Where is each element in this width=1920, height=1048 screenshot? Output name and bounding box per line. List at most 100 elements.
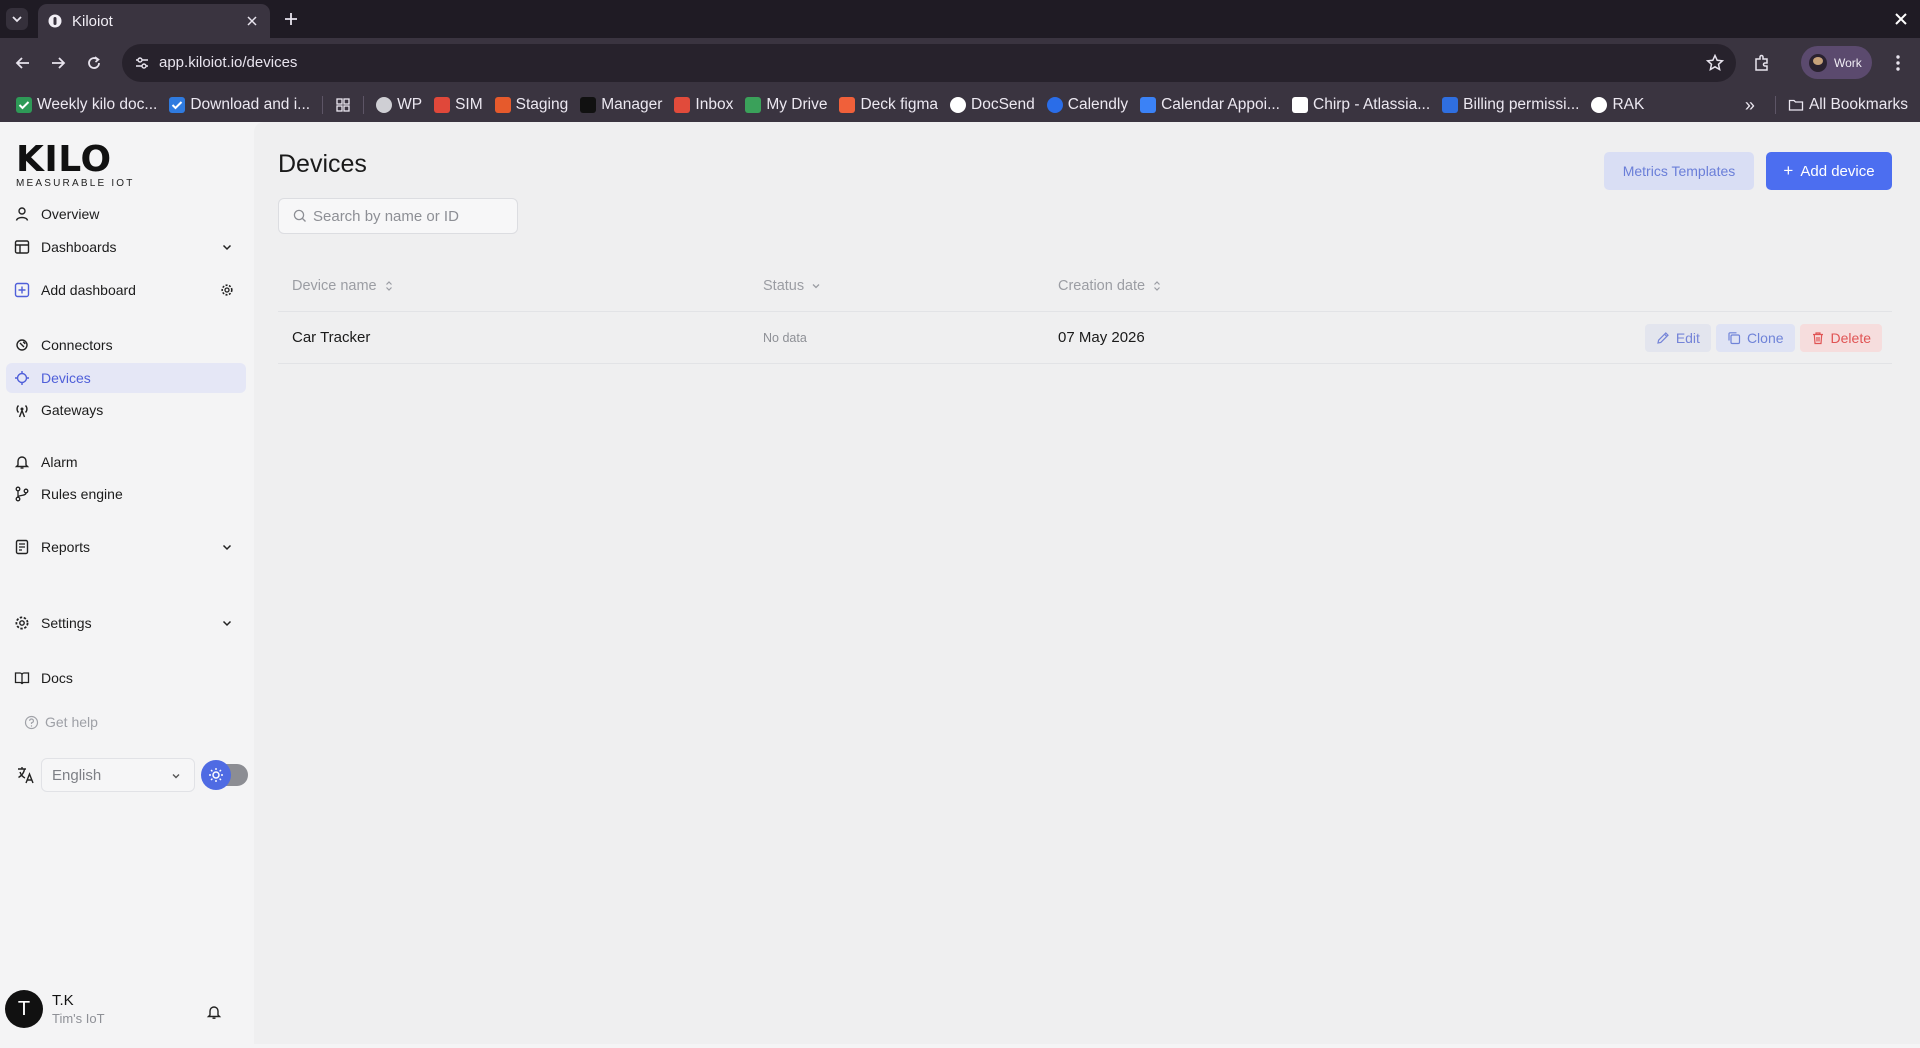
browser-toolbar: app.kiloiot.io/devices Work	[0, 38, 1920, 88]
table-row[interactable]: Car Tracker No data 07 May 2026 Edit Clo…	[278, 312, 1892, 364]
reload-icon	[88, 56, 100, 69]
column-header-status[interactable]: Status	[763, 278, 822, 294]
bookmark-label: Download and i...	[190, 96, 311, 113]
extensions-icon[interactable]	[1753, 54, 1771, 72]
bookmarks-right: » All Bookmarks	[1745, 88, 1920, 122]
chevron-down-icon	[812, 284, 820, 289]
sidebar-item-gateways[interactable]: Gateways	[6, 395, 246, 425]
bookmark-item[interactable]: Deck figma	[833, 91, 944, 119]
address-bar[interactable]: app.kiloiot.io/devices	[122, 44, 1736, 82]
notifications-bell-icon[interactable]	[206, 1004, 222, 1020]
bookmark-label: DocSend	[971, 96, 1035, 113]
sidebar-item-devices[interactable]: Devices	[6, 363, 246, 393]
kilo-logo[interactable]: KILO MEASURABLE IOT	[16, 142, 135, 190]
bookmark-item[interactable]: Weekly kilo doc...	[10, 91, 163, 119]
profile-avatar	[1809, 53, 1827, 72]
bookmark-item[interactable]: Chirp - Atlassia...	[1286, 91, 1436, 119]
sidebar-item-reports[interactable]: Reports	[6, 532, 246, 562]
bookmark-item[interactable]: Calendly	[1041, 91, 1134, 119]
bookmark-item[interactable]: Calendar Appoi...	[1134, 91, 1286, 119]
check-icon	[16, 97, 32, 113]
bookmark-item[interactable]: Manager	[574, 91, 668, 119]
url-text: app.kiloiot.io/devices	[159, 54, 298, 71]
close-icon	[247, 16, 257, 26]
add-device-button[interactable]: + Add device	[1766, 152, 1892, 190]
profile-button[interactable]: Work	[1801, 46, 1872, 79]
delete-label: Delete	[1830, 330, 1871, 346]
sidebar-item-label: Overview	[41, 206, 100, 222]
delete-button[interactable]: Delete	[1799, 324, 1882, 352]
get-help-link[interactable]: Get help	[24, 714, 98, 730]
bookmark-item[interactable]: Download and i...	[163, 91, 316, 119]
sidebar-item-dashboards[interactable]: Dashboards	[6, 232, 246, 262]
column-header-device-name[interactable]: Device name	[292, 278, 395, 294]
gear-icon[interactable]	[220, 283, 234, 297]
sidebar-item-settings[interactable]: Settings	[6, 608, 246, 638]
all-bookmarks-folder[interactable]: All Bookmarks	[1782, 91, 1914, 119]
rak-icon	[1591, 97, 1608, 113]
wordpress-icon	[376, 97, 393, 113]
bookmark-separator	[322, 96, 324, 114]
reload-button[interactable]	[84, 53, 104, 73]
bookmark-label: RAK	[1612, 96, 1645, 113]
user-profile[interactable]: T T.K Tim's IoT	[5, 990, 105, 1028]
theme-toggle-knob	[201, 760, 231, 790]
bookmark-item[interactable]: RAK	[1585, 91, 1650, 119]
device-name-cell[interactable]: Car Tracker	[292, 329, 370, 346]
bookmark-item[interactable]: Staging	[489, 91, 575, 119]
clone-label: Clone	[1746, 330, 1784, 346]
back-button[interactable]	[13, 53, 33, 73]
book-icon	[14, 672, 30, 685]
bookmark-item[interactable]: DocSend	[944, 91, 1041, 119]
more-bookmarks-button[interactable]: »	[1745, 95, 1755, 116]
plus-square-icon	[14, 282, 30, 298]
bookmark-label: Staging	[515, 96, 569, 113]
metrics-templates-button[interactable]: Metrics Templates	[1604, 152, 1754, 190]
sidebar: KILO MEASURABLE IOT Overview Dashboards …	[0, 122, 254, 1048]
browser-tab-active[interactable]: Kiloiot	[38, 4, 270, 38]
new-tab-button[interactable]	[282, 10, 300, 28]
bookmarks-list: Weekly kilo doc... Download and i... WP SIM…	[10, 91, 1650, 119]
sidebar-item-alarm[interactable]: Alarm	[6, 447, 246, 477]
edit-button[interactable]: Edit	[1644, 324, 1711, 352]
bookmark-item[interactable]: SIM	[428, 91, 489, 119]
search-input[interactable]	[313, 207, 513, 225]
browser-menu-icon[interactable]	[1891, 54, 1905, 72]
column-header-creation-date[interactable]: Creation date	[1058, 278, 1163, 294]
sidebar-item-docs[interactable]: Docs	[6, 663, 246, 693]
window-close-button[interactable]	[1892, 10, 1910, 28]
sidebar-item-label: Alarm	[41, 454, 78, 470]
tab-search-button[interactable]	[6, 8, 28, 30]
bookmark-item[interactable]: My Drive	[739, 91, 833, 119]
bookmark-item[interactable]: Inbox	[668, 91, 739, 119]
bookmark-label: My Drive	[766, 96, 828, 113]
clone-button[interactable]: Clone	[1715, 324, 1795, 352]
folder-icon	[1788, 99, 1804, 111]
sidebar-item-rules-engine[interactable]: Rules engine	[6, 479, 246, 509]
language-select[interactable]: English	[41, 758, 195, 792]
bookmark-item[interactable]: Billing permissi...	[1436, 91, 1585, 119]
search-icon	[293, 209, 306, 222]
sidebar-item-label: Dashboards	[41, 239, 117, 255]
site-info-button[interactable]	[132, 53, 152, 73]
sidebar-item-label: Connectors	[41, 337, 113, 353]
copy-icon	[1728, 332, 1741, 345]
search-box[interactable]	[278, 198, 518, 234]
bookmark-star-icon[interactable]	[1706, 54, 1724, 72]
tune-icon	[136, 57, 148, 69]
sort-icon	[385, 281, 392, 291]
chirp-icon	[1292, 97, 1308, 113]
bookmark-label: Calendar Appoi...	[1161, 96, 1280, 113]
sidebar-item-overview[interactable]: Overview	[6, 199, 246, 229]
bookmark-label: Billing permissi...	[1463, 96, 1580, 113]
tab-title: Kiloiot	[72, 12, 113, 30]
apps-grid-button[interactable]	[329, 91, 357, 119]
plus-icon: +	[1783, 161, 1794, 180]
theme-toggle[interactable]	[201, 760, 248, 790]
bookmark-item[interactable]: WP	[370, 91, 428, 119]
tab-close-button[interactable]	[244, 13, 260, 29]
forward-button[interactable]	[48, 53, 68, 73]
antenna-icon	[16, 405, 28, 418]
sidebar-item-connectors[interactable]: Connectors	[6, 330, 246, 360]
sidebar-item-add-dashboard[interactable]: Add dashboard	[6, 275, 246, 305]
